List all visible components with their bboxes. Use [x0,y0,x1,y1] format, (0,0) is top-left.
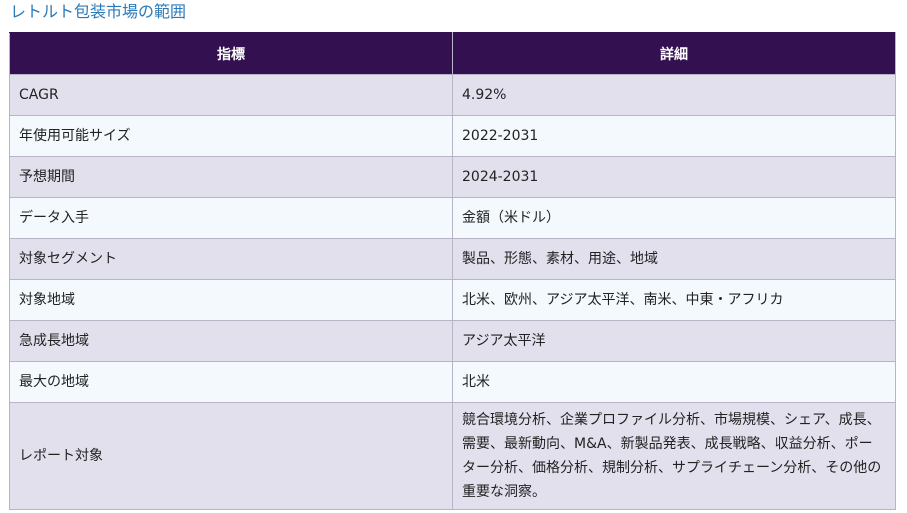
row-value: 北米 [452,361,896,403]
table-header-row: 指標 詳細 [9,32,896,75]
table-row: 年使用可能サイズ 2022-2031 [9,115,896,157]
row-label: 対象セグメント [9,238,453,280]
column-header-metric: 指標 [9,32,453,75]
row-value: 北米、欧州、アジア太平洋、南米、中東・アフリカ [452,279,896,321]
row-value: 4.92% [452,74,896,116]
row-label: CAGR [9,74,453,116]
table-row: 予想期間 2024-2031 [9,156,896,198]
row-value: 2022-2031 [452,115,896,157]
row-label: 年使用可能サイズ [9,115,453,157]
row-label: データ入手 [9,197,453,239]
table-row: 最大の地域 北米 [9,361,896,403]
row-value: 競合環境分析、企業プロファイル分析、市場規模、シェア、成長、需要、最新動向、M&… [452,402,896,510]
table-row: データ入手 金額（米ドル） [9,197,896,239]
page: レトルト包装市場の範囲 指標 詳細 CAGR 4.92% 年使用可能サイズ 20… [0,0,907,513]
table-row: 急成長地域 アジア太平洋 [9,320,896,362]
row-value: 金額（米ドル） [452,197,896,239]
row-label: レポート対象 [9,402,453,510]
page-title: レトルト包装市場の範囲 [10,2,187,21]
column-header-details: 詳細 [452,32,896,75]
table-row: レポート対象 競合環境分析、企業プロファイル分析、市場規模、シェア、成長、需要、… [9,402,896,510]
table-row: 対象セグメント 製品、形態、素材、用途、地域 [9,238,896,280]
market-scope-table: 指標 詳細 CAGR 4.92% 年使用可能サイズ 2022-2031 予想期間… [9,32,896,510]
row-label: 急成長地域 [9,320,453,362]
row-value: アジア太平洋 [452,320,896,362]
row-label: 予想期間 [9,156,453,198]
row-value: 2024-2031 [452,156,896,198]
row-label: 対象地域 [9,279,453,321]
table-row: CAGR 4.92% [9,74,896,116]
row-value: 製品、形態、素材、用途、地域 [452,238,896,280]
table-row: 対象地域 北米、欧州、アジア太平洋、南米、中東・アフリカ [9,279,896,321]
row-label: 最大の地域 [9,361,453,403]
